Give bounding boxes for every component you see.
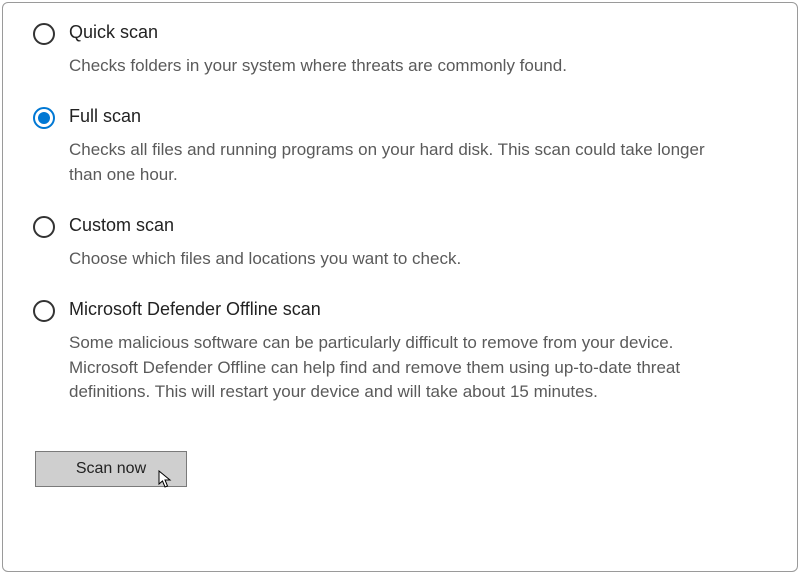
scan-options-panel: Quick scan Checks folders in your system… [2,2,798,572]
option-title-custom[interactable]: Custom scan [69,214,709,237]
radio-full-scan[interactable] [33,107,55,129]
cursor-icon [158,470,174,490]
option-desc-full: Checks all files and running programs on… [69,138,709,187]
option-desc-offline: Some malicious software can be particula… [69,331,709,405]
option-full-scan: Full scan Checks all files and running p… [33,105,767,188]
option-title-full[interactable]: Full scan [69,105,709,128]
option-desc-custom: Choose which files and locations you wan… [69,247,709,272]
option-quick-scan: Quick scan Checks folders in your system… [33,21,767,79]
option-desc-quick: Checks folders in your system where thre… [69,54,709,79]
option-custom-scan: Custom scan Choose which files and locat… [33,214,767,272]
option-text: Custom scan Choose which files and locat… [69,214,709,272]
radio-offline-scan[interactable] [33,300,55,322]
radio-quick-scan[interactable] [33,23,55,45]
option-title-offline[interactable]: Microsoft Defender Offline scan [69,298,709,321]
scan-now-label: Scan now [76,460,146,477]
radio-custom-scan[interactable] [33,216,55,238]
scan-now-button[interactable]: Scan now [35,451,187,487]
option-text: Microsoft Defender Offline scan Some mal… [69,298,709,405]
option-title-quick[interactable]: Quick scan [69,21,709,44]
option-text: Quick scan Checks folders in your system… [69,21,709,79]
option-offline-scan: Microsoft Defender Offline scan Some mal… [33,298,767,405]
option-text: Full scan Checks all files and running p… [69,105,709,188]
